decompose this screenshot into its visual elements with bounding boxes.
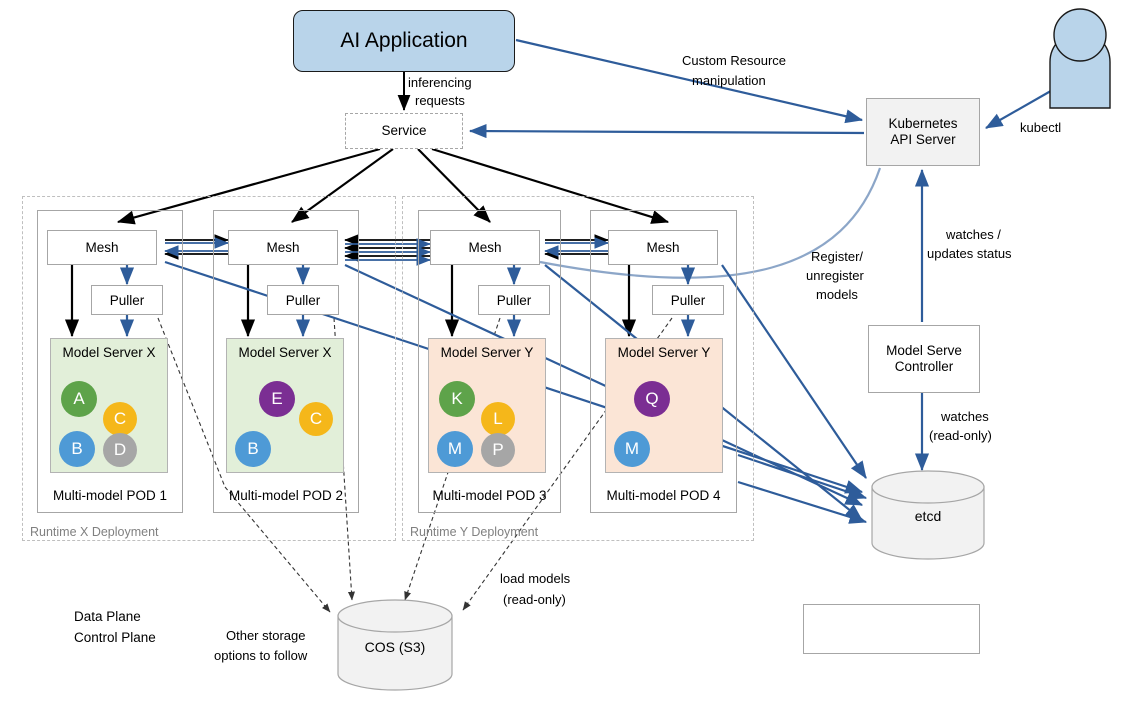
pod-2-puller-label: Puller (285, 292, 321, 308)
model-circle-c[interactable]: C (299, 402, 333, 436)
pod-3-mesh[interactable]: Mesh (430, 230, 540, 265)
model-circle-q[interactable]: Q (634, 381, 670, 417)
requests-label: requests (415, 93, 465, 108)
ai-application-box[interactable]: AI Application (293, 10, 515, 72)
watches-updates-label-line1: watches / (946, 227, 1001, 242)
cos-label: COS (S3) (364, 639, 426, 655)
ai-application-label: AI Application (340, 29, 468, 53)
model-circle-m[interactable]: M (614, 431, 650, 467)
model-circle-e[interactable]: E (259, 381, 295, 417)
model-circle-l[interactable]: L (481, 402, 515, 436)
load-models-label-line1: load models (500, 571, 571, 586)
pod-3-puller-label: Puller (496, 292, 532, 308)
model-circle-k[interactable]: K (439, 381, 475, 417)
pod-2-mesh-label: Mesh (266, 240, 300, 255)
pod-1-model-server[interactable]: Model Server X A C B D (50, 338, 168, 473)
model-circle-c[interactable]: C (103, 402, 137, 436)
inferencing-label: inferencing (408, 75, 472, 90)
load-models-label-line2: (read-only) (503, 592, 566, 607)
pod-4-label: Multi-model POD 4 (606, 488, 721, 503)
pod-2-model-server[interactable]: Model Server X E C B (226, 338, 344, 473)
pod-3-label: Multi-model POD 3 (432, 488, 547, 503)
model-circle-b[interactable]: B (235, 431, 271, 467)
pod-4-mesh-label: Mesh (646, 240, 680, 255)
pod-1-puller-label: Puller (109, 292, 145, 308)
custom-resource-label-line1: Custom Resource (682, 53, 787, 68)
other-storage-label-line1: Other storage (226, 628, 306, 643)
api-server-label-line2: API Server (890, 132, 956, 147)
model-circle-d[interactable]: D (103, 433, 137, 467)
kubernetes-api-server-box[interactable]: Kubernetes API Server (866, 98, 980, 166)
api-server-label-line1: Kubernetes (888, 115, 958, 131)
pod-3-mesh-label: Mesh (468, 240, 502, 255)
pod-4-puller-label: Puller (670, 292, 706, 308)
pod-1-model-server-label: Model Server X (62, 345, 156, 360)
register-label-line2: unregister (806, 268, 864, 283)
pod-4-mesh[interactable]: Mesh (608, 230, 718, 265)
pod-2-model-server-label: Model Server X (238, 345, 332, 360)
pod-1-mesh-label: Mesh (85, 240, 119, 255)
pod-1-puller[interactable]: Puller (91, 285, 163, 315)
service-label: Service (381, 122, 427, 138)
legend-control-plane-label: Control Plane (74, 630, 156, 645)
pod-4-model-server-label: Model Server Y (617, 345, 711, 360)
legend-data-plane-label: Data Plane (74, 609, 141, 624)
model-serve-controller-box[interactable]: Model Serve Controller (868, 325, 980, 393)
pod-1-label: Multi-model POD 1 (52, 488, 168, 503)
other-storage-label-line2: options to follow (214, 648, 308, 663)
pod-3-model-server[interactable]: Model Server Y K L M P (428, 338, 546, 473)
controller-label-line1: Model Serve (886, 342, 962, 358)
model-circle-m[interactable]: M (437, 431, 473, 467)
custom-resource-label-line2: manipulation (692, 73, 766, 88)
pod-2-label: Multi-model POD 2 (228, 488, 344, 503)
user-actor-icon (1049, 8, 1111, 109)
service-box[interactable]: Service (345, 113, 463, 149)
controller-label-line2: Controller (894, 359, 954, 374)
runtime-x-label: Runtime X Deployment (30, 525, 159, 539)
model-circle-a[interactable]: A (61, 381, 97, 417)
pod-4-puller[interactable]: Puller (652, 285, 724, 315)
architecture-diagram: AI Application Service Runtime X Deploym… (0, 0, 1134, 704)
register-label-line1: Register/ (811, 249, 864, 264)
model-circle-b[interactable]: B (59, 431, 95, 467)
register-label-line3: models (816, 287, 858, 302)
legend-box (803, 604, 980, 654)
model-circle-p[interactable]: P (481, 433, 515, 467)
pod-4-model-server[interactable]: Model Server Y Q M (605, 338, 723, 473)
kubectl-label: kubectl (1020, 120, 1062, 135)
etcd-label: etcd (914, 508, 942, 524)
watches-updates-label-line2: updates status (927, 246, 1012, 261)
pod-1-mesh[interactable]: Mesh (47, 230, 157, 265)
pod-2-puller[interactable]: Puller (267, 285, 339, 315)
watches-readonly-label-line1: watches (941, 409, 989, 424)
pod-3-model-server-label: Model Server Y (440, 345, 534, 360)
pod-2-mesh[interactable]: Mesh (228, 230, 338, 265)
pod-3-puller[interactable]: Puller (478, 285, 550, 315)
runtime-y-label: Runtime Y Deployment (410, 525, 539, 539)
watches-readonly-label-line2: (read-only) (929, 428, 992, 443)
